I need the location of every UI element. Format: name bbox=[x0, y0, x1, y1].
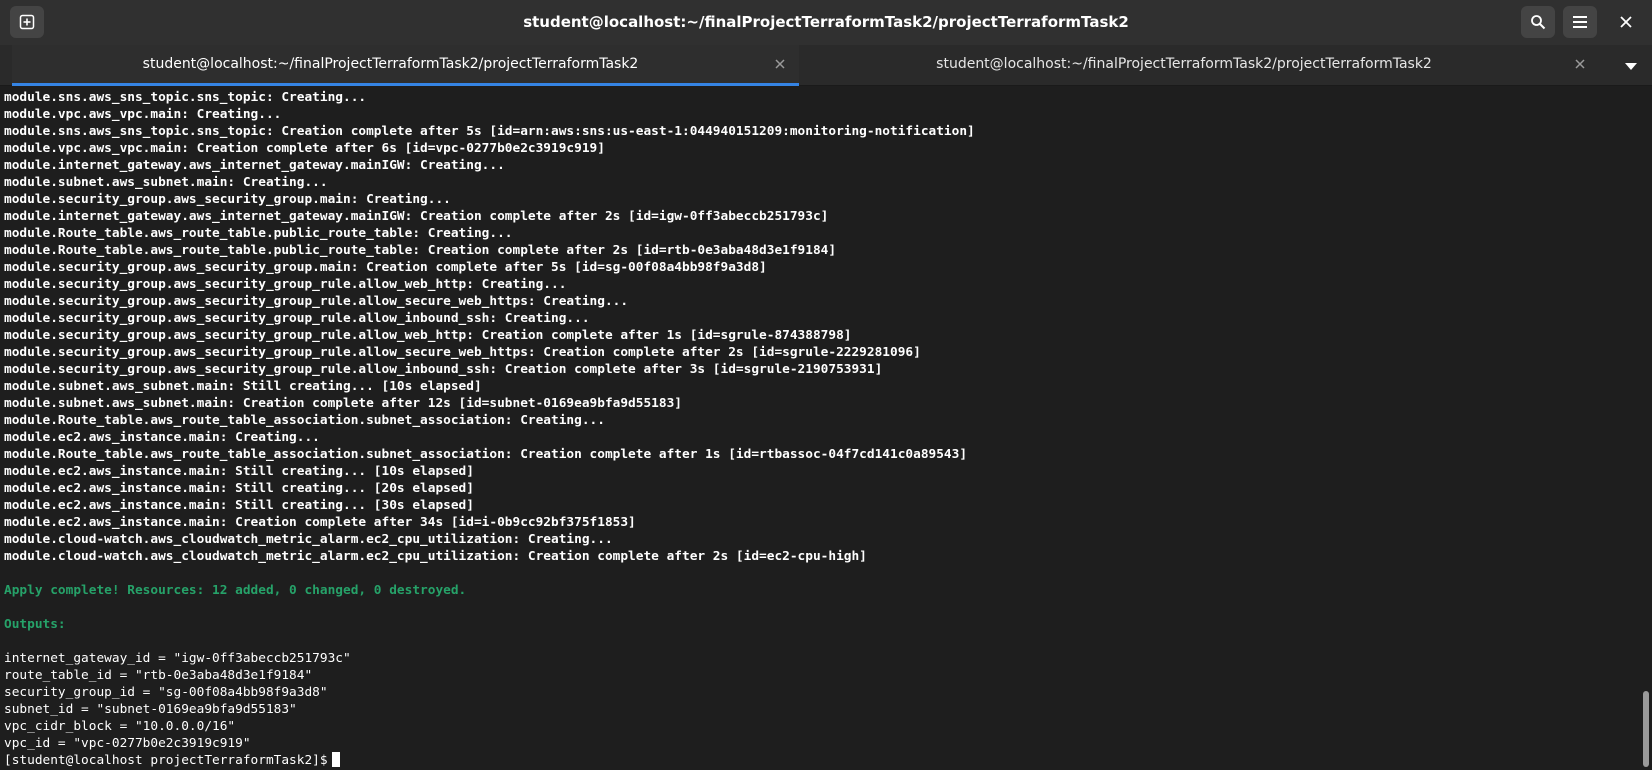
hamburger-menu-icon bbox=[1573, 16, 1587, 28]
close-icon bbox=[775, 59, 785, 69]
log-line: module.cloud-watch.aws_cloudwatch_metric… bbox=[4, 532, 613, 547]
log-line: module.sns.aws_sns_topic.sns_topic: Crea… bbox=[4, 124, 975, 139]
shell-prompt: [student@localhost projectTerraformTask2… bbox=[4, 753, 328, 768]
tab-bar: student@localhost:~/finalProjectTerrafor… bbox=[0, 45, 1652, 86]
new-tab-icon bbox=[19, 14, 35, 30]
log-line: module.security_group.aws_security_group… bbox=[4, 328, 852, 343]
close-window-button[interactable] bbox=[1609, 6, 1643, 38]
apply-complete-message: Apply complete! Resources: 12 added, 0 c… bbox=[4, 583, 467, 598]
terminal-output[interactable]: module.sns.aws_sns_topic.sns_topic: Crea… bbox=[0, 87, 1640, 770]
log-line: module.Route_table.aws_route_table_assoc… bbox=[4, 413, 605, 428]
log-lines: module.sns.aws_sns_topic.sns_topic: Crea… bbox=[4, 89, 1640, 565]
log-line: module.ec2.aws_instance.main: Creation c… bbox=[4, 515, 636, 530]
log-line: module.security_group.aws_security_group… bbox=[4, 311, 590, 326]
log-line: module.Route_table.aws_route_table.publi… bbox=[4, 226, 513, 241]
tab-close-button[interactable] bbox=[1571, 55, 1589, 73]
log-line: module.subnet.aws_subnet.main: Creation … bbox=[4, 396, 682, 411]
log-line: module.ec2.aws_instance.main: Creating..… bbox=[4, 430, 320, 445]
log-line: module.vpc.aws_vpc.main: Creating... bbox=[4, 107, 282, 122]
output-lines: internet_gateway_id = "igw-0ff3abeccb251… bbox=[4, 650, 1640, 752]
search-button[interactable] bbox=[1521, 6, 1555, 38]
main-menu-button[interactable] bbox=[1563, 6, 1597, 38]
header-bar: student@localhost:~/finalProjectTerrafor… bbox=[0, 0, 1652, 45]
log-line: module.Route_table.aws_route_table.publi… bbox=[4, 243, 837, 258]
log-line: module.security_group.aws_security_group… bbox=[4, 192, 451, 207]
log-line: module.subnet.aws_subnet.main: Creating.… bbox=[4, 175, 328, 190]
new-tab-button[interactable] bbox=[10, 6, 44, 38]
chevron-down-icon bbox=[1625, 56, 1637, 75]
output-line: vpc_id = "vpc-0277b0e2c3919c919" bbox=[4, 736, 251, 751]
outputs-header: Outputs: bbox=[4, 617, 66, 632]
tab-label: student@localhost:~/finalProjectTerrafor… bbox=[142, 56, 639, 72]
output-line: vpc_cidr_block = "10.0.0.0/16" bbox=[4, 719, 236, 734]
terminal-window: student@localhost:~/finalProjectTerrafor… bbox=[0, 0, 1652, 770]
close-icon bbox=[1620, 16, 1632, 28]
prompt-line[interactable]: [student@localhost projectTerraformTask2… bbox=[4, 752, 1640, 769]
output-line: security_group_id = "sg-00f08a4bb98f9a3d… bbox=[4, 685, 328, 700]
log-line: module.cloud-watch.aws_cloudwatch_metric… bbox=[4, 549, 867, 564]
scrollbar-thumb[interactable] bbox=[1643, 691, 1649, 767]
log-line: module.security_group.aws_security_group… bbox=[4, 294, 629, 309]
tab-close-button[interactable] bbox=[771, 55, 789, 73]
log-line: module.security_group.aws_security_group… bbox=[4, 277, 567, 292]
log-line: module.ec2.aws_instance.main: Still crea… bbox=[4, 464, 474, 479]
log-line: module.sns.aws_sns_topic.sns_topic: Crea… bbox=[4, 90, 367, 105]
tab-label: student@localhost:~/finalProjectTerrafor… bbox=[936, 56, 1432, 72]
log-line: module.security_group.aws_security_group… bbox=[4, 260, 767, 275]
log-line: module.Route_table.aws_route_table_assoc… bbox=[4, 447, 968, 462]
log-line: module.security_group.aws_security_group… bbox=[4, 362, 883, 377]
tab-1[interactable]: student@localhost:~/finalProjectTerrafor… bbox=[12, 45, 799, 86]
log-line: module.internet_gateway.aws_internet_gat… bbox=[4, 209, 829, 224]
log-line: module.ec2.aws_instance.main: Still crea… bbox=[4, 481, 474, 496]
log-line: module.ec2.aws_instance.main: Still crea… bbox=[4, 498, 474, 513]
log-line: module.security_group.aws_security_group… bbox=[4, 345, 921, 360]
window-title: student@localhost:~/finalProjectTerrafor… bbox=[523, 13, 1129, 31]
log-line: module.vpc.aws_vpc.main: Creation comple… bbox=[4, 141, 605, 156]
log-line: module.internet_gateway.aws_internet_gat… bbox=[4, 158, 505, 173]
tab-list-dropdown-button[interactable] bbox=[1616, 49, 1646, 81]
scrollbar[interactable] bbox=[1640, 87, 1652, 770]
text-cursor bbox=[331, 752, 340, 767]
output-line: internet_gateway_id = "igw-0ff3abeccb251… bbox=[4, 651, 351, 666]
output-line: route_table_id = "rtb-0e3aba48d3e1f9184" bbox=[4, 668, 313, 683]
close-icon bbox=[1575, 59, 1585, 69]
log-line: module.subnet.aws_subnet.main: Still cre… bbox=[4, 379, 482, 394]
search-icon bbox=[1530, 14, 1546, 30]
output-line: subnet_id = "subnet-0169ea9bfa9d55183" bbox=[4, 702, 297, 717]
active-tab-indicator bbox=[12, 83, 799, 86]
tab-2[interactable]: student@localhost:~/finalProjectTerrafor… bbox=[799, 45, 1599, 86]
